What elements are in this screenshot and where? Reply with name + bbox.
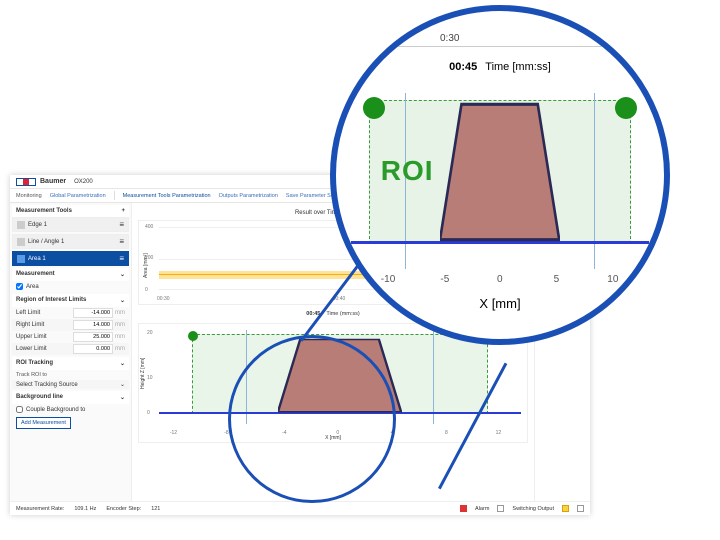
inset-plot: ROI -10 -5 0 5 10 bbox=[351, 93, 649, 269]
left-limit-input[interactable] bbox=[73, 308, 113, 318]
sw-led bbox=[562, 505, 569, 512]
alarm-box bbox=[497, 505, 504, 512]
roi-tracking-header[interactable]: ROI Tracking⌄ bbox=[12, 357, 129, 370]
right-limit-input[interactable] bbox=[73, 320, 113, 330]
inset-time-readout: 00:45 Time [mm:ss] bbox=[346, 61, 654, 73]
tab-outputs[interactable]: Outputs Parametrization bbox=[219, 193, 278, 199]
add-tool-icon[interactable]: + bbox=[121, 208, 125, 214]
rate-value: 109.1 Hz bbox=[74, 506, 96, 512]
left-limit-row: Left Limit mm bbox=[12, 307, 129, 319]
model-name: OX200 bbox=[74, 179, 93, 185]
tracking-source[interactable]: Select Tracking Source⌄ bbox=[12, 380, 129, 389]
status-bar: Measurement Rate: 109.1 Hz Encoder Step:… bbox=[10, 501, 590, 515]
area-checkbox[interactable] bbox=[16, 283, 23, 290]
measurement-header[interactable]: Measurement⌄ bbox=[12, 268, 129, 281]
alarm-label: Alarm bbox=[475, 506, 489, 512]
tool-edge[interactable]: Edge 1 ≡ bbox=[12, 217, 129, 232]
area-axis-label: Area [mm²] bbox=[143, 253, 149, 278]
sidebar: Measurement Tools + Edge 1 ≡ Line / Angl… bbox=[10, 203, 132, 501]
right-limit-row: Right Limit mm bbox=[12, 319, 129, 331]
tool-line-angle[interactable]: Line / Angle 1 ≡ bbox=[12, 234, 129, 249]
inset-roi-label: ROI bbox=[381, 155, 434, 187]
area-icon bbox=[17, 255, 25, 263]
bg-couple-check[interactable]: Couple Background to bbox=[12, 404, 129, 415]
roi-limits-header[interactable]: Region of Interest Limits⌄ bbox=[12, 294, 129, 307]
height-axis-label: Height Z [mm] bbox=[140, 357, 146, 388]
callout-source-ring bbox=[228, 335, 396, 503]
roi-handle-left[interactable] bbox=[188, 331, 198, 341]
edge-icon bbox=[17, 221, 25, 229]
tab-meas-tools[interactable]: Measurement Tools Parametrization bbox=[123, 193, 211, 199]
inset-x-axis-label: X [mm] bbox=[479, 296, 520, 311]
brand-logo bbox=[16, 178, 36, 186]
line-icon bbox=[17, 238, 25, 246]
bg-line-header[interactable]: Background line⌄ bbox=[12, 391, 129, 404]
tool-area[interactable]: Area 1 ≡ bbox=[12, 251, 129, 266]
track-label: Track ROI to bbox=[12, 370, 129, 380]
inset-shape bbox=[440, 100, 559, 243]
enc-label: Encoder Step: bbox=[106, 506, 141, 512]
brand-name: Baumer bbox=[40, 178, 66, 185]
menu-icon[interactable]: ≡ bbox=[119, 237, 124, 246]
rate-label: Measurement Rate: bbox=[16, 506, 64, 512]
alarm-led bbox=[460, 505, 467, 512]
lower-limit-row: Lower Limit mm bbox=[12, 343, 129, 355]
upper-limit-row: Upper Limit mm bbox=[12, 331, 129, 343]
measurement-area-check[interactable]: Area bbox=[12, 281, 129, 292]
inset-roi-handle-right bbox=[615, 97, 637, 119]
bg-checkbox[interactable] bbox=[16, 406, 23, 413]
sw-box bbox=[577, 505, 584, 512]
tools-header: Measurement Tools + bbox=[12, 205, 129, 217]
inset-magnifier: 0:30 00:45 Time [mm:ss] ROI -10 bbox=[330, 5, 670, 345]
menu-icon[interactable]: ≡ bbox=[119, 220, 124, 229]
enc-value: 121 bbox=[151, 506, 160, 512]
inset-roi-handle-left bbox=[363, 97, 385, 119]
menu-icon[interactable]: ≡ bbox=[119, 254, 124, 263]
tab-global-param[interactable]: Global Parametrization bbox=[50, 193, 106, 199]
lower-limit-input[interactable] bbox=[73, 344, 113, 354]
tab-monitoring[interactable]: Monitoring bbox=[16, 193, 42, 199]
sw-out-label: Switching Output bbox=[512, 506, 554, 512]
upper-limit-input[interactable] bbox=[73, 332, 113, 342]
add-measurement-button[interactable]: Add Measurement bbox=[16, 417, 71, 429]
